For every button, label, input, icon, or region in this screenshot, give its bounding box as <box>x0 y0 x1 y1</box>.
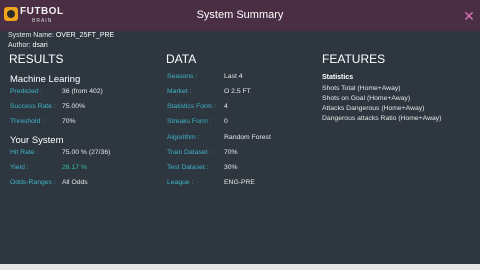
features-heading: FEATURES <box>322 52 386 66</box>
system-summary-window: FUTBOL BRAIN System Summary ✕ System Nam… <box>0 0 480 270</box>
success-rate-value: 75.00% <box>62 103 86 110</box>
machine-learning-heading: Machine Learing <box>10 74 81 85</box>
author-value: dsari <box>32 42 48 49</box>
statistics-form-label: Statistics Form : <box>167 103 216 110</box>
close-icon[interactable]: ✕ <box>462 9 476 23</box>
train-dataset-value: 70% <box>224 149 238 156</box>
streaks-form-label: Streaks Form : <box>167 118 212 125</box>
system-name-value: OVER_25FT_PRE <box>55 32 115 39</box>
market-value: O 2.5 FT <box>224 88 251 95</box>
algorithm-value: Random Forest <box>224 134 271 141</box>
window-title: System Summary <box>196 9 284 21</box>
your-system-heading: Your System <box>10 135 64 146</box>
threshold-label: Threshold : <box>10 118 45 125</box>
test-dataset-label: Test Dataset : <box>167 164 209 171</box>
feature-item: Shots on Goal (Home+Away) <box>322 95 411 102</box>
league-label: League : <box>167 179 194 186</box>
yield-label: Yield : <box>10 164 29 171</box>
bottom-bar <box>0 264 480 270</box>
yield-value: 26.17 % <box>62 164 87 171</box>
success-rate-label: Success Rate : <box>10 103 56 110</box>
title-bar: FUTBOL BRAIN System Summary ✕ <box>0 0 480 31</box>
seasons-value: Last 4 <box>224 73 243 80</box>
league-value: ENG-PRE <box>224 179 255 186</box>
system-name-line: System Name: OVER_25FT_PRE <box>8 31 114 40</box>
system-name-label: System Name: <box>8 32 54 39</box>
predicted-value: 36 (from 402) <box>62 88 103 95</box>
odds-ranges-value: All Odds <box>62 179 88 186</box>
streaks-form-value: 0 <box>224 118 228 125</box>
feature-item: Attacks Dangerous (Home+Away) <box>322 105 425 112</box>
feature-item: Dangerous attacks Ratio (Home+Away) <box>322 115 442 122</box>
odds-ranges-label: Odds-Ranges : <box>10 179 56 186</box>
statistics-form-value: 4 <box>224 103 228 110</box>
algorithm-label: Algorithm : <box>167 134 200 141</box>
author-line: Author: dsari <box>8 41 48 50</box>
hit-rate-label: Hit Rate : <box>10 149 39 156</box>
features-statistics-heading: Statistics <box>322 74 354 81</box>
feature-item: Shots Total (Home+Away) <box>322 85 401 92</box>
author-label: Author: <box>8 42 31 49</box>
seasons-label: Seasons : <box>167 73 198 80</box>
results-heading: RESULTS <box>9 52 64 66</box>
predicted-label: Predicted : <box>10 88 43 95</box>
market-label: Market : <box>167 88 192 95</box>
hit-rate-value: 75.00 % (27/36) <box>62 149 111 156</box>
threshold-value: 70% <box>62 118 76 125</box>
data-heading: DATA <box>166 52 197 66</box>
test-dataset-value: 30% <box>224 164 238 171</box>
train-dataset-label: Train Dataset : <box>167 149 212 156</box>
